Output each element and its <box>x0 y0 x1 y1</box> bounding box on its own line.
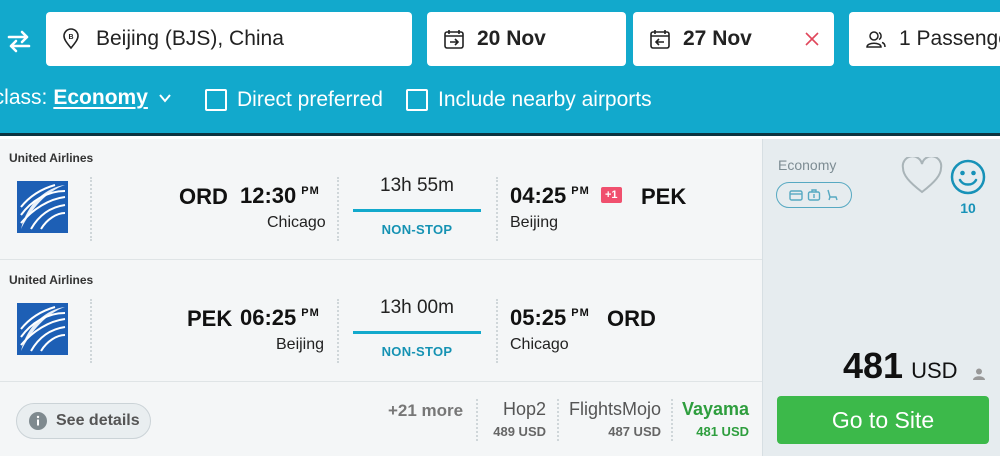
arr-ampm: PM <box>571 307 590 319</box>
stops-label: NON-STOP <box>381 344 453 359</box>
include-nearby-checkbox[interactable]: Include nearby airports <box>406 88 652 112</box>
passengers-value: 1 Passenger <box>899 27 1000 50</box>
arr-city: Chicago <box>510 336 569 353</box>
duration-line <box>353 209 481 212</box>
arr-time-value: 05:25 <box>510 305 567 330</box>
arr-ampm: PM <box>571 185 590 197</box>
swap-arrows-icon[interactable] <box>6 28 32 54</box>
info-icon <box>29 412 47 430</box>
airline-name: United Airlines <box>9 151 94 165</box>
arr-time: 04:25 PM <box>510 183 590 209</box>
result-footer: See details +21 more Hop2 489 USD Flight… <box>0 383 762 456</box>
provider-price: 481 USD <box>696 424 749 439</box>
checkbox-box[interactable] <box>406 89 428 111</box>
wifi-card-icon <box>789 190 803 201</box>
see-details-button[interactable]: See details <box>16 403 151 439</box>
flight-leg-return: United Airlines PEK 06:25 PM Beijing 13h … <box>0 261 762 382</box>
separator <box>671 399 673 441</box>
provider-name: FlightsMojo <box>568 399 661 419</box>
duration-line <box>353 331 481 334</box>
separator <box>496 299 498 363</box>
arr-airport-code: PEK <box>641 184 687 209</box>
flight-leg-outbound: United Airlines ORD 12:30 PM Chicago 13h … <box>0 139 762 260</box>
favorite-heart-icon[interactable] <box>901 157 943 195</box>
separator <box>90 177 92 241</box>
passengers-field[interactable]: 1 Passenger <box>849 12 1000 66</box>
cabin-label: Economy <box>778 157 837 173</box>
arr-time-value: 04:25 <box>510 183 567 208</box>
united-airlines-logo <box>17 181 68 233</box>
dep-ampm: PM <box>301 307 320 319</box>
united-airlines-logo <box>17 303 68 355</box>
return-date-field[interactable]: 27 Nov <box>633 12 834 66</box>
dep-time-value: 12:30 <box>240 183 297 208</box>
calendar-return-icon <box>650 30 670 49</box>
provider-name: Hop2 <box>502 399 546 419</box>
dep-city: Beijing <box>276 336 325 353</box>
dep-airport-code: ORD <box>179 184 228 209</box>
flight-duration: 13h 55m <box>380 175 454 196</box>
dep-city: Chicago <box>267 214 326 231</box>
provider-price: 489 USD <box>493 424 546 439</box>
separator <box>337 299 339 363</box>
rating-score: 10 <box>960 200 976 216</box>
passengers-icon <box>866 31 886 48</box>
more-providers-link[interactable]: +21 more <box>388 401 463 421</box>
price-value: 481 <box>843 345 904 386</box>
dep-airport-code: PEK <box>187 306 233 331</box>
direct-preferred-checkbox[interactable]: Direct preferred <box>205 88 383 112</box>
arr-city: Beijing <box>510 214 559 231</box>
depart-date-field[interactable]: 20 Nov <box>427 12 626 66</box>
direct-preferred-label: Direct preferred <box>237 88 383 111</box>
per-person-icon <box>973 368 985 380</box>
stops-label: NON-STOP <box>381 222 453 237</box>
location-pin-icon: B <box>63 28 79 50</box>
checkbox-box[interactable] <box>205 89 227 111</box>
smiley-score-icon <box>950 159 986 195</box>
flight-duration: 13h 00m <box>380 297 454 318</box>
dep-time: 12:30 PM <box>240 183 320 209</box>
seat-icon <box>827 189 838 201</box>
price-currency: USD <box>911 358 958 383</box>
baggage-icon <box>807 189 821 201</box>
origin-field[interactable]: B Beijing (BJS), China <box>46 12 412 66</box>
return-date-value: 27 Nov <box>683 27 752 50</box>
go-to-site-button[interactable]: Go to Site <box>777 396 989 444</box>
dep-time-value: 06:25 <box>240 305 297 330</box>
amenities-pill[interactable] <box>776 182 852 208</box>
search-header: B Beijing (BJS), China 20 Nov 27 Nov 1 P… <box>0 0 1000 136</box>
cabin-class-label: t class: <box>0 86 48 109</box>
price-panel: Economy 10 481 USD Go to Site <box>762 139 1000 456</box>
result-card[interactable]: United Airlines ORD 12:30 PM Chicago 13h … <box>0 139 762 456</box>
separator <box>90 299 92 363</box>
dep-time: 06:25 PM <box>240 305 320 331</box>
arr-time: 05:25 PM <box>510 305 590 331</box>
provider-flightsmojo[interactable]: FlightsMojo 487 USD <box>566 399 661 439</box>
include-nearby-label: Include nearby airports <box>438 88 652 111</box>
day-offset-badge: +1 <box>601 187 622 203</box>
separator <box>337 177 339 241</box>
svg-text:B: B <box>68 34 73 41</box>
dep-ampm: PM <box>301 185 320 197</box>
provider-hop2[interactable]: Hop2 489 USD <box>486 399 546 439</box>
depart-date-value: 20 Nov <box>477 27 546 50</box>
cabin-class-value: Economy <box>53 86 148 109</box>
arr-airport-code: ORD <box>607 306 656 331</box>
see-details-label: See details <box>56 412 140 429</box>
separator <box>496 177 498 241</box>
provider-name: Vayama <box>681 399 749 419</box>
provider-vayama[interactable]: Vayama 481 USD <box>680 399 749 439</box>
chevron-down-icon <box>159 94 171 103</box>
total-price: 481 USD <box>843 345 958 387</box>
origin-value: Beijing (BJS), China <box>96 27 284 50</box>
separator <box>476 399 478 441</box>
clear-return-icon[interactable] <box>804 31 820 47</box>
provider-price: 487 USD <box>608 424 661 439</box>
cabin-class-dropdown[interactable]: t class: Economy <box>0 86 172 110</box>
airline-name: United Airlines <box>9 273 94 287</box>
calendar-depart-icon <box>444 30 464 49</box>
separator <box>557 399 559 441</box>
